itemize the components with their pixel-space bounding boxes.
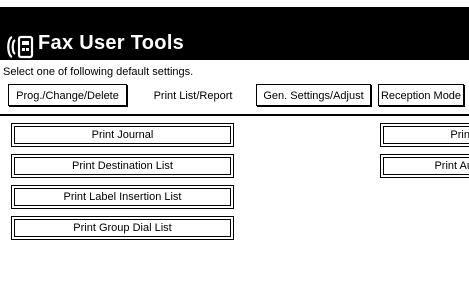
- title-bar: Fax User Tools: [0, 7, 469, 60]
- tab-gen-settings-adjust[interactable]: Gen. Settings/Adjust: [256, 84, 371, 106]
- tab-divider: [0, 114, 469, 116]
- print-label-insertion-list-button[interactable]: Print Label Insertion List: [11, 185, 234, 209]
- page-title: Fax User Tools: [38, 32, 185, 54]
- fax-user-tools-screen: Fax User Tools Select one of following d…: [0, 0, 469, 283]
- print-journal-button[interactable]: Print Journal: [11, 123, 234, 147]
- tab-reception-mode[interactable]: Reception Mode: [378, 84, 464, 106]
- print-right-button[interactable]: Print: [380, 123, 469, 147]
- top-margin: [0, 0, 469, 7]
- print-destination-list-button[interactable]: Print Destination List: [11, 154, 234, 178]
- print-group-dial-list-button[interactable]: Print Group Dial List: [11, 216, 234, 240]
- tab-print-list-report[interactable]: Print List/Report: [134, 84, 252, 106]
- print-au-button[interactable]: Print Au: [380, 154, 469, 178]
- fax-tools-icon: [5, 34, 35, 60]
- tab-prog-change-delete[interactable]: Prog./Change/Delete: [8, 84, 127, 106]
- instruction-text: Select one of following default settings…: [3, 66, 194, 78]
